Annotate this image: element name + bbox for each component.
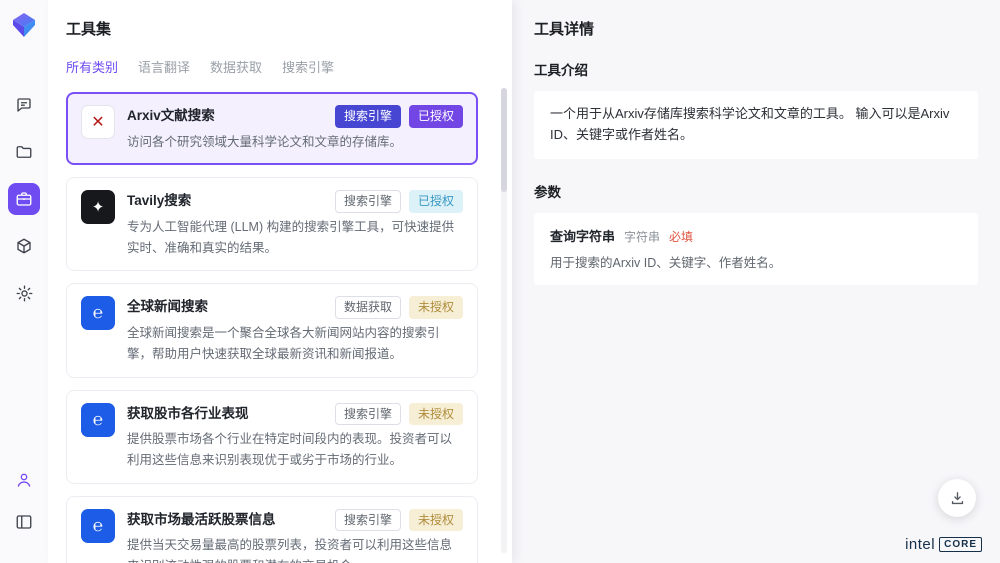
tool-category-badge: 数据获取 xyxy=(335,296,401,319)
tool-badges: 搜索引擎 已授权 xyxy=(335,190,463,213)
tool-badges: 数据获取 未授权 xyxy=(335,296,463,319)
user-icon[interactable] xyxy=(8,464,40,496)
package-icon[interactable] xyxy=(8,230,40,262)
tool-badges: 搜索引擎 未授权 xyxy=(335,403,463,426)
efinance-icon: ℮ xyxy=(81,509,115,543)
logo-icon xyxy=(12,12,36,38)
folder-icon[interactable] xyxy=(8,136,40,168)
intro-heading: 工具介绍 xyxy=(534,59,978,79)
params-heading: 参数 xyxy=(534,181,978,201)
icon-rail xyxy=(0,0,48,563)
tool-list: ✕ Arxiv文献搜索 搜索引擎 已授权 访问各个研究领域大量科学论文和文章的存… xyxy=(66,92,494,563)
tool-detail-panel: 工具详情 工具介绍 一个用于从Arxiv存储库搜索科学论文和文章的工具。 输入可… xyxy=(512,0,1000,563)
tool-category-badge: 搜索引擎 xyxy=(335,403,401,426)
detail-title: 工具详情 xyxy=(534,18,978,39)
tool-description: 专为人工智能代理 (LLM) 构建的搜索引擎工具，可快速提供实时、准确和真实的结… xyxy=(127,217,457,258)
tool-card-body: Tavily搜索 搜索引擎 已授权 专为人工智能代理 (LLM) 构建的搜索引擎… xyxy=(127,190,463,258)
download-icon xyxy=(949,490,966,507)
param-name: 查询字符串 xyxy=(550,226,615,245)
tool-description: 全球新闻搜索是一个聚合全球各大新闻网站内容的搜索引擎，帮助用户快速获取全球最新资… xyxy=(127,323,457,364)
param-description: 用于搜索的Arxiv ID、关键字、作者姓名。 xyxy=(550,254,962,273)
tab-0[interactable]: 所有类别 xyxy=(66,57,118,76)
tool-status-badge: 未授权 xyxy=(409,296,463,319)
tool-status-badge: 已授权 xyxy=(409,105,463,128)
param-card: 查询字符串 字符串 必填 用于搜索的Arxiv ID、关键字、作者姓名。 xyxy=(534,213,978,286)
tool-card[interactable]: ✕ Arxiv文献搜索 搜索引擎 已授权 访问各个研究领域大量科学论文和文章的存… xyxy=(66,92,478,165)
download-button[interactable] xyxy=(938,479,976,517)
tool-description: 提供当天交易量最高的股票列表，投资者可以利用这些信息来识别流动性强的股票和潜在的… xyxy=(127,535,457,563)
tab-2[interactable]: 数据获取 xyxy=(210,57,262,76)
tool-card-body: Arxiv文献搜索 搜索引擎 已授权 访问各个研究领域大量科学论文和文章的存储库… xyxy=(127,105,463,152)
toolbox-icon[interactable] xyxy=(8,183,40,215)
tool-title: Arxiv文献搜索 xyxy=(127,105,215,127)
tool-status-badge: 未授权 xyxy=(409,509,463,532)
tool-card[interactable]: ✦ Tavily搜索 搜索引擎 已授权 专为人工智能代理 (LLM) 构建的搜索… xyxy=(66,177,478,271)
intel-wordmark: intel xyxy=(905,536,935,553)
tool-title: 获取股市各行业表现 xyxy=(127,403,249,425)
tool-list-panel: 工具集 所有类别语言翻译数据获取搜索引擎 ✕ Arxiv文献搜索 搜索引擎 已授… xyxy=(48,0,512,563)
tool-status-badge: 未授权 xyxy=(409,403,463,426)
settings-icon[interactable] xyxy=(8,277,40,309)
tool-category-badge: 搜索引擎 xyxy=(335,105,401,128)
category-tabs: 所有类别 语言翻译 数据获取 搜索引擎 xyxy=(66,57,494,76)
tool-description: 访问各个研究领域大量科学论文和文章的存储库。 xyxy=(127,132,457,153)
tool-category-badge: 搜索引擎 xyxy=(335,190,401,213)
tool-title: 全球新闻搜索 xyxy=(127,296,208,318)
tool-badges: 搜索引擎 已授权 xyxy=(335,105,463,128)
chat-icon[interactable] xyxy=(8,89,40,121)
tool-card[interactable]: ℮ 全球新闻搜索 数据获取 未授权 全球新闻搜索是一个聚合全球各大新闻网站内容的… xyxy=(66,283,478,377)
arxiv-icon: ✕ xyxy=(81,105,115,139)
tool-card-body: 获取市场最活跃股票信息 搜索引擎 未授权 提供当天交易量最高的股票列表，投资者可… xyxy=(127,509,463,563)
intro-card: 一个用于从Arxiv存储库搜索科学论文和文章的工具。 输入可以是Arxiv ID… xyxy=(534,91,978,159)
tool-status-badge: 已授权 xyxy=(409,190,463,213)
tool-card[interactable]: ℮ 获取股市各行业表现 搜索引擎 未授权 提供股票市场各个行业在特定时间段内的表… xyxy=(66,390,478,484)
tool-list-title: 工具集 xyxy=(66,18,494,39)
core-wordmark: CORE xyxy=(939,537,982,552)
tool-category-badge: 搜索引擎 xyxy=(335,509,401,532)
tool-description: 提供股票市场各个行业在特定时间段内的表现。投资者可以利用这些信息来识别表现优于或… xyxy=(127,429,457,470)
panel-toggle-icon[interactable] xyxy=(8,506,40,538)
tool-badges: 搜索引擎 未授权 xyxy=(335,509,463,532)
tavily-icon: ✦ xyxy=(81,190,115,224)
tab-1[interactable]: 语言翻译 xyxy=(138,57,190,76)
tab-3[interactable]: 搜索引擎 xyxy=(282,57,334,76)
app-logo xyxy=(12,12,36,43)
tool-title: Tavily搜索 xyxy=(127,190,191,212)
tool-card-body: 获取股市各行业表现 搜索引擎 未授权 提供股票市场各个行业在特定时间段内的表现。… xyxy=(127,403,463,471)
intel-core-logo: intel CORE xyxy=(905,536,982,553)
scrollbar-thumb[interactable] xyxy=(501,88,507,192)
tool-title: 获取市场最活跃股票信息 xyxy=(127,509,276,531)
efinance-icon: ℮ xyxy=(81,296,115,330)
param-required-badge: 必填 xyxy=(669,228,693,245)
scrollbar-track[interactable] xyxy=(501,88,507,553)
tool-card-body: 全球新闻搜索 数据获取 未授权 全球新闻搜索是一个聚合全球各大新闻网站内容的搜索… xyxy=(127,296,463,364)
efinance-icon: ℮ xyxy=(81,403,115,437)
tool-card[interactable]: ℮ 获取市场最活跃股票信息 搜索引擎 未授权 提供当天交易量最高的股票列表，投资… xyxy=(66,496,478,563)
param-type: 字符串 xyxy=(624,228,660,245)
